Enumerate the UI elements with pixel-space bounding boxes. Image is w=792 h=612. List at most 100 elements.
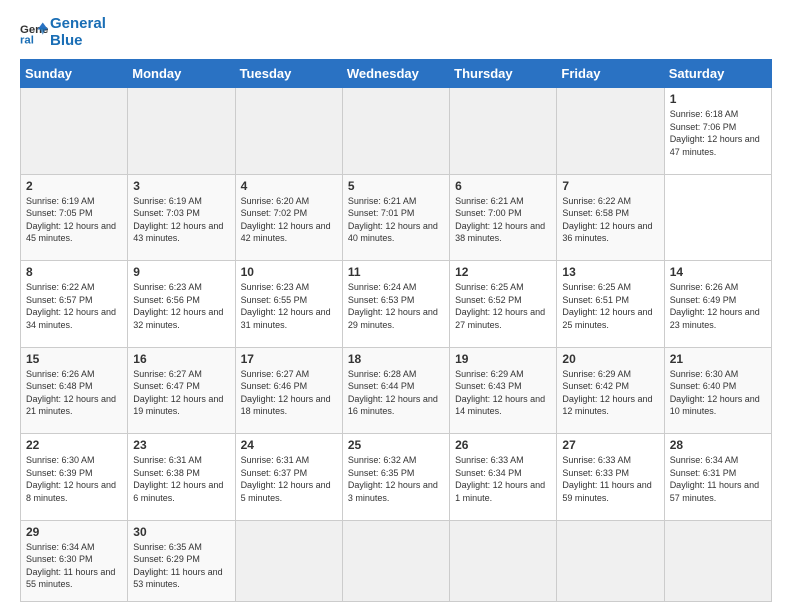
day-header-tuesday: Tuesday [235,60,342,88]
calendar-cell [235,520,342,602]
day-info: Sunrise: 6:27 AMSunset: 6:46 PMDaylight:… [241,368,337,418]
calendar-cell: 8 Sunrise: 6:22 AMSunset: 6:57 PMDayligh… [21,261,128,348]
calendar-cell: 6 Sunrise: 6:21 AMSunset: 7:00 PMDayligh… [450,174,557,261]
day-info: Sunrise: 6:26 AMSunset: 6:48 PMDaylight:… [26,368,122,418]
day-header-friday: Friday [557,60,664,88]
calendar-cell: 13 Sunrise: 6:25 AMSunset: 6:51 PMDaylig… [557,261,664,348]
calendar-week-5: 22 Sunrise: 6:30 AMSunset: 6:39 PMDaylig… [21,434,772,521]
day-number: 6 [455,179,551,193]
day-number: 24 [241,438,337,452]
calendar-cell: 17 Sunrise: 6:27 AMSunset: 6:46 PMDaylig… [235,347,342,434]
day-info: Sunrise: 6:34 AMSunset: 6:30 PMDaylight:… [26,541,122,591]
calendar-cell [557,88,664,175]
logo-text: General Blue [50,16,106,49]
calendar-week-4: 15 Sunrise: 6:26 AMSunset: 6:48 PMDaylig… [21,347,772,434]
day-number: 8 [26,265,122,279]
calendar-cell: 24 Sunrise: 6:31 AMSunset: 6:37 PMDaylig… [235,434,342,521]
page: Gene ral General Blue SundayMondayTuesda… [0,0,792,612]
calendar-cell: 4 Sunrise: 6:20 AMSunset: 7:02 PMDayligh… [235,174,342,261]
calendar: SundayMondayTuesdayWednesdayThursdayFrid… [20,59,772,602]
calendar-cell [557,520,664,602]
calendar-cell: 2 Sunrise: 6:19 AMSunset: 7:05 PMDayligh… [21,174,128,261]
day-number: 27 [562,438,658,452]
day-number: 10 [241,265,337,279]
day-number: 19 [455,352,551,366]
svg-text:ral: ral [20,34,34,46]
day-info: Sunrise: 6:34 AMSunset: 6:31 PMDaylight:… [670,454,766,504]
day-number: 2 [26,179,122,193]
day-number: 20 [562,352,658,366]
calendar-cell: 22 Sunrise: 6:30 AMSunset: 6:39 PMDaylig… [21,434,128,521]
day-number: 4 [241,179,337,193]
day-info: Sunrise: 6:31 AMSunset: 6:38 PMDaylight:… [133,454,229,504]
day-number: 23 [133,438,229,452]
calendar-cell: 11 Sunrise: 6:24 AMSunset: 6:53 PMDaylig… [342,261,449,348]
calendar-cell: 15 Sunrise: 6:26 AMSunset: 6:48 PMDaylig… [21,347,128,434]
day-number: 26 [455,438,551,452]
day-info: Sunrise: 6:18 AMSunset: 7:06 PMDaylight:… [670,108,766,158]
day-info: Sunrise: 6:27 AMSunset: 6:47 PMDaylight:… [133,368,229,418]
calendar-cell: 30 Sunrise: 6:35 AMSunset: 6:29 PMDaylig… [128,520,235,602]
calendar-week-6: 29 Sunrise: 6:34 AMSunset: 6:30 PMDaylig… [21,520,772,602]
day-header-thursday: Thursday [450,60,557,88]
day-number: 11 [348,265,444,279]
calendar-cell [235,88,342,175]
day-info: Sunrise: 6:22 AMSunset: 6:58 PMDaylight:… [562,195,658,245]
calendar-cell: 27 Sunrise: 6:33 AMSunset: 6:33 PMDaylig… [557,434,664,521]
calendar-body: 1 Sunrise: 6:18 AMSunset: 7:06 PMDayligh… [21,88,772,602]
day-info: Sunrise: 6:35 AMSunset: 6:29 PMDaylight:… [133,541,229,591]
logo: Gene ral General Blue [20,16,106,49]
day-info: Sunrise: 6:30 AMSunset: 6:39 PMDaylight:… [26,454,122,504]
day-info: Sunrise: 6:25 AMSunset: 6:51 PMDaylight:… [562,281,658,331]
day-info: Sunrise: 6:23 AMSunset: 6:55 PMDaylight:… [241,281,337,331]
calendar-cell: 10 Sunrise: 6:23 AMSunset: 6:55 PMDaylig… [235,261,342,348]
calendar-cell: 1 Sunrise: 6:18 AMSunset: 7:06 PMDayligh… [664,88,771,175]
day-number: 3 [133,179,229,193]
day-number: 1 [670,92,766,106]
calendar-cell: 18 Sunrise: 6:28 AMSunset: 6:44 PMDaylig… [342,347,449,434]
calendar-cell: 21 Sunrise: 6:30 AMSunset: 6:40 PMDaylig… [664,347,771,434]
day-number: 18 [348,352,444,366]
calendar-cell [128,88,235,175]
calendar-cell [450,88,557,175]
calendar-cell [342,88,449,175]
calendar-cell: 5 Sunrise: 6:21 AMSunset: 7:01 PMDayligh… [342,174,449,261]
calendar-cell: 16 Sunrise: 6:27 AMSunset: 6:47 PMDaylig… [128,347,235,434]
day-info: Sunrise: 6:26 AMSunset: 6:49 PMDaylight:… [670,281,766,331]
day-number: 7 [562,179,658,193]
day-info: Sunrise: 6:21 AMSunset: 7:01 PMDaylight:… [348,195,444,245]
calendar-cell: 12 Sunrise: 6:25 AMSunset: 6:52 PMDaylig… [450,261,557,348]
day-info: Sunrise: 6:33 AMSunset: 6:34 PMDaylight:… [455,454,551,504]
calendar-cell: 25 Sunrise: 6:32 AMSunset: 6:35 PMDaylig… [342,434,449,521]
calendar-cell: 19 Sunrise: 6:29 AMSunset: 6:43 PMDaylig… [450,347,557,434]
day-info: Sunrise: 6:33 AMSunset: 6:33 PMDaylight:… [562,454,658,504]
day-number: 21 [670,352,766,366]
day-number: 28 [670,438,766,452]
day-header-wednesday: Wednesday [342,60,449,88]
day-info: Sunrise: 6:25 AMSunset: 6:52 PMDaylight:… [455,281,551,331]
day-info: Sunrise: 6:29 AMSunset: 6:43 PMDaylight:… [455,368,551,418]
day-info: Sunrise: 6:19 AMSunset: 7:05 PMDaylight:… [26,195,122,245]
day-header-saturday: Saturday [664,60,771,88]
day-number: 16 [133,352,229,366]
day-number: 9 [133,265,229,279]
calendar-cell: 28 Sunrise: 6:34 AMSunset: 6:31 PMDaylig… [664,434,771,521]
calendar-cell: 9 Sunrise: 6:23 AMSunset: 6:56 PMDayligh… [128,261,235,348]
day-number: 5 [348,179,444,193]
calendar-cell: 23 Sunrise: 6:31 AMSunset: 6:38 PMDaylig… [128,434,235,521]
calendar-cell: 26 Sunrise: 6:33 AMSunset: 6:34 PMDaylig… [450,434,557,521]
logo-icon: Gene ral [20,19,48,47]
day-number: 25 [348,438,444,452]
day-number: 13 [562,265,658,279]
day-info: Sunrise: 6:32 AMSunset: 6:35 PMDaylight:… [348,454,444,504]
day-header-monday: Monday [128,60,235,88]
calendar-cell: 20 Sunrise: 6:29 AMSunset: 6:42 PMDaylig… [557,347,664,434]
calendar-cell: 3 Sunrise: 6:19 AMSunset: 7:03 PMDayligh… [128,174,235,261]
day-info: Sunrise: 6:23 AMSunset: 6:56 PMDaylight:… [133,281,229,331]
calendar-week-2: 2 Sunrise: 6:19 AMSunset: 7:05 PMDayligh… [21,174,772,261]
calendar-week-1: 1 Sunrise: 6:18 AMSunset: 7:06 PMDayligh… [21,88,772,175]
calendar-week-3: 8 Sunrise: 6:22 AMSunset: 6:57 PMDayligh… [21,261,772,348]
header: Gene ral General Blue [20,16,772,49]
day-info: Sunrise: 6:30 AMSunset: 6:40 PMDaylight:… [670,368,766,418]
day-number: 29 [26,525,122,539]
